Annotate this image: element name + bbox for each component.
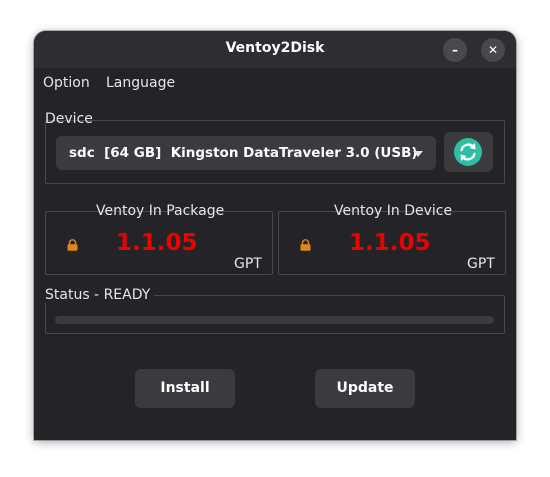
device-partition-style: GPT bbox=[467, 256, 495, 272]
refresh-button[interactable] bbox=[444, 132, 493, 172]
progress-bar bbox=[55, 316, 494, 324]
package-partition-style: GPT bbox=[234, 256, 262, 272]
update-button[interactable]: Update bbox=[315, 369, 415, 408]
lock-icon bbox=[300, 239, 311, 251]
lock-icon bbox=[67, 239, 78, 251]
chevron-down-icon bbox=[413, 151, 423, 157]
main-window: Ventoy2Disk – ✕ Option Language Device s… bbox=[34, 31, 516, 440]
status-label: Status - READY bbox=[45, 287, 155, 303]
menu-bar: Option Language bbox=[34, 68, 516, 98]
minimize-button[interactable]: – bbox=[443, 38, 467, 62]
device-group-label: Device bbox=[45, 111, 93, 127]
package-group-label: Ventoy In Package bbox=[96, 203, 225, 219]
package-version: 1.1.05 bbox=[116, 230, 198, 256]
title-bar[interactable]: Ventoy2Disk – ✕ bbox=[34, 31, 516, 68]
device-select[interactable]: sdc [64 GB] Kingston DataTraveler 3.0 (U… bbox=[56, 136, 436, 170]
menu-option[interactable]: Option bbox=[43, 75, 90, 91]
device-version: 1.1.05 bbox=[349, 230, 431, 256]
install-button[interactable]: Install bbox=[135, 369, 235, 408]
device-version-group-label: Ventoy In Device bbox=[334, 203, 453, 219]
close-button[interactable]: ✕ bbox=[481, 38, 505, 62]
refresh-icon bbox=[454, 138, 482, 166]
device-select-value: sdc [64 GB] Kingston DataTraveler 3.0 (U… bbox=[69, 145, 418, 161]
menu-language[interactable]: Language bbox=[106, 75, 175, 91]
